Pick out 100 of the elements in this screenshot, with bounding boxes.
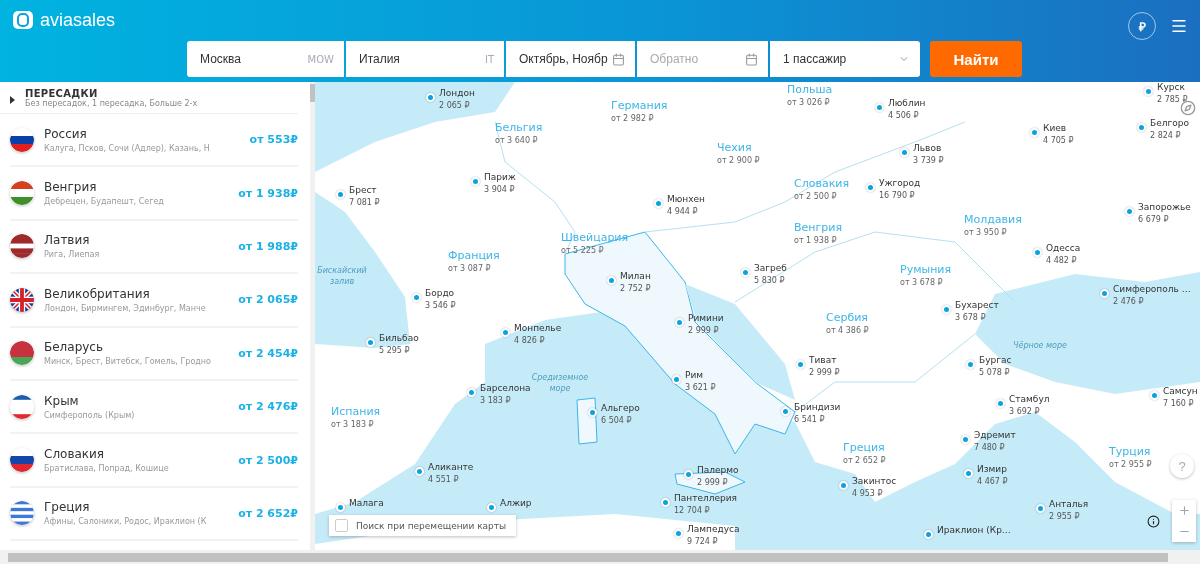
city-marker[interactable] xyxy=(839,481,848,490)
city-name: Малага xyxy=(349,497,384,510)
city-marker[interactable] xyxy=(924,530,933,539)
city-marker[interactable] xyxy=(674,529,683,538)
calendar-icon xyxy=(745,52,758,66)
city-marker[interactable] xyxy=(487,503,496,512)
city-marker[interactable] xyxy=(426,93,435,102)
sea-label: Чёрное море xyxy=(1012,340,1068,351)
country-row[interactable]: Венгрия Дебрецен, Будапешт, Сегед от 1 938₽ xyxy=(10,167,298,221)
map-country-price: от 2 500 ₽ xyxy=(794,191,838,202)
city-marker[interactable] xyxy=(796,360,805,369)
city-marker[interactable] xyxy=(471,177,480,186)
country-row[interactable]: Крым Симферополь (Крым) от 2 476₽ xyxy=(10,380,298,435)
return-date-field[interactable]: Обратно xyxy=(637,41,768,77)
city-marker[interactable] xyxy=(654,199,663,208)
country-name: Латвия xyxy=(44,233,91,248)
map-country-name[interactable]: Турция xyxy=(1109,444,1152,459)
map-country-name[interactable]: Франция xyxy=(448,248,500,263)
city-price: 4 506 ₽ xyxy=(888,110,920,122)
city-marker[interactable] xyxy=(1033,248,1042,257)
flag-icon xyxy=(10,234,34,259)
city-marker[interactable] xyxy=(366,338,375,347)
country-row[interactable]: Великобритания Лондон, Бирмингем, Эдинбург, Манче от 2 065₽ xyxy=(10,274,298,328)
map-country-name[interactable]: Польша xyxy=(787,82,833,97)
city-marker[interactable] xyxy=(942,305,951,314)
city-price: 2 752 ₽ xyxy=(620,283,651,295)
city-price: 3 621 ₽ xyxy=(685,382,716,394)
passengers-select[interactable]: 1 пассажир xyxy=(770,41,920,77)
map-country-name[interactable]: Испания xyxy=(331,404,381,419)
city-marker[interactable] xyxy=(961,435,970,444)
city-marker[interactable] xyxy=(412,293,421,302)
city-marker[interactable] xyxy=(1137,123,1146,132)
map-country-name[interactable]: Греция xyxy=(843,440,886,455)
city-marker[interactable] xyxy=(900,148,909,157)
flag-icon xyxy=(10,181,34,206)
map-country-name[interactable]: Словакия xyxy=(794,176,850,191)
date-input[interactable]: Обратно xyxy=(650,44,745,74)
city-marker[interactable] xyxy=(672,375,681,384)
map-country-price: от 1 938 ₽ xyxy=(794,235,838,246)
city-marker[interactable] xyxy=(964,469,973,478)
city-marker[interactable] xyxy=(336,190,345,199)
map-country-name[interactable]: Сербия xyxy=(826,310,869,325)
map-country-price: от 3 087 ₽ xyxy=(448,263,492,274)
map-country-price: от 3 183 ₽ xyxy=(331,419,375,430)
map-country-name[interactable]: Бельгия xyxy=(495,120,543,135)
city-marker[interactable] xyxy=(781,407,790,416)
city-marker[interactable] xyxy=(866,183,875,192)
country-row[interactable]: Россия Калуга, Псков, Сочи (Адлер), Казань, Н от 553₽ xyxy=(10,114,298,168)
map-country-name[interactable]: Молдавия xyxy=(964,212,1022,227)
map-country-name[interactable]: Германия xyxy=(611,98,668,113)
city-marker[interactable] xyxy=(684,470,693,479)
country-cities: Дебрецен, Будапешт, Сегед xyxy=(44,197,165,207)
city-marker[interactable] xyxy=(996,399,1005,408)
country-price: от 2 500₽ xyxy=(238,453,298,467)
city-marker[interactable] xyxy=(675,318,684,327)
scrollbar[interactable] xyxy=(310,82,315,550)
map-country-name[interactable]: Чехия xyxy=(717,140,760,155)
city-marker[interactable] xyxy=(1150,391,1159,400)
transfers-filter[interactable]: ПЕРЕСАДКИ Без пересадок, 1 пересадка, Больше 2-х xyxy=(0,82,298,114)
city-marker[interactable] xyxy=(741,268,750,277)
city-marker[interactable] xyxy=(875,103,884,112)
country-row[interactable]: Латвия Рига, Лиепая от 1 988₽ xyxy=(10,220,298,275)
city-marker[interactable] xyxy=(966,360,975,369)
info-icon[interactable] xyxy=(1147,515,1160,528)
city-marker[interactable] xyxy=(607,276,616,285)
checkbox-label: Поиск при перемещении карты xyxy=(356,520,507,531)
city-marker[interactable] xyxy=(1144,87,1153,96)
city-marker[interactable] xyxy=(415,467,424,476)
city-marker[interactable] xyxy=(336,503,345,512)
destination-field[interactable]: Италия IT xyxy=(346,41,504,77)
city-name: Эдремит xyxy=(974,429,1016,442)
city-marker[interactable] xyxy=(1030,128,1039,137)
city-name: Пантеллерия xyxy=(674,492,737,505)
country-row[interactable]: Словакия Братислава, Попрад, Кошице от 2 500₽ xyxy=(10,434,298,488)
map-country-name[interactable]: Швейцария xyxy=(561,230,629,245)
country-row[interactable]: Греция Афины, Салоники, Родос, Ираклион (К от 2 652₽ xyxy=(10,487,298,542)
map-country-price: от 3 678 ₽ xyxy=(900,277,944,288)
city-name: Аликанте xyxy=(428,461,474,474)
country-row[interactable]: Беларусь Минск, Брест, Витебск, Гомель, Гродно от 2 454₽ xyxy=(10,327,298,381)
city-marker[interactable] xyxy=(1100,289,1109,298)
country-price: от 1 938₽ xyxy=(238,186,298,200)
compass-icon[interactable] xyxy=(1180,100,1196,116)
map-country-name[interactable]: Румыния xyxy=(900,262,952,277)
city-marker[interactable] xyxy=(1125,207,1134,216)
city-name: Милан xyxy=(620,270,651,283)
country-cities: Братислава, Попрад, Кошице xyxy=(44,464,170,474)
city-marker[interactable] xyxy=(1036,504,1045,513)
city-marker[interactable] xyxy=(588,408,597,417)
checkbox[interactable] xyxy=(335,519,348,532)
scrollbar[interactable] xyxy=(0,550,1200,564)
map-country-name[interactable]: Венгрия xyxy=(794,220,843,235)
departure-date-field[interactable]: Октябрь, Ноябр xyxy=(506,41,635,77)
search-button[interactable]: Найти xyxy=(930,41,1022,77)
search-on-move-checkbox[interactable]: Поиск при перемещении карты xyxy=(329,515,517,536)
origin-field[interactable]: Москва MOW xyxy=(187,41,344,77)
city-marker[interactable] xyxy=(501,328,510,337)
menu-icon[interactable] xyxy=(1170,17,1188,35)
city-marker[interactable] xyxy=(467,388,476,397)
city-price: 3 546 ₽ xyxy=(425,300,456,312)
city-marker[interactable] xyxy=(661,498,670,507)
